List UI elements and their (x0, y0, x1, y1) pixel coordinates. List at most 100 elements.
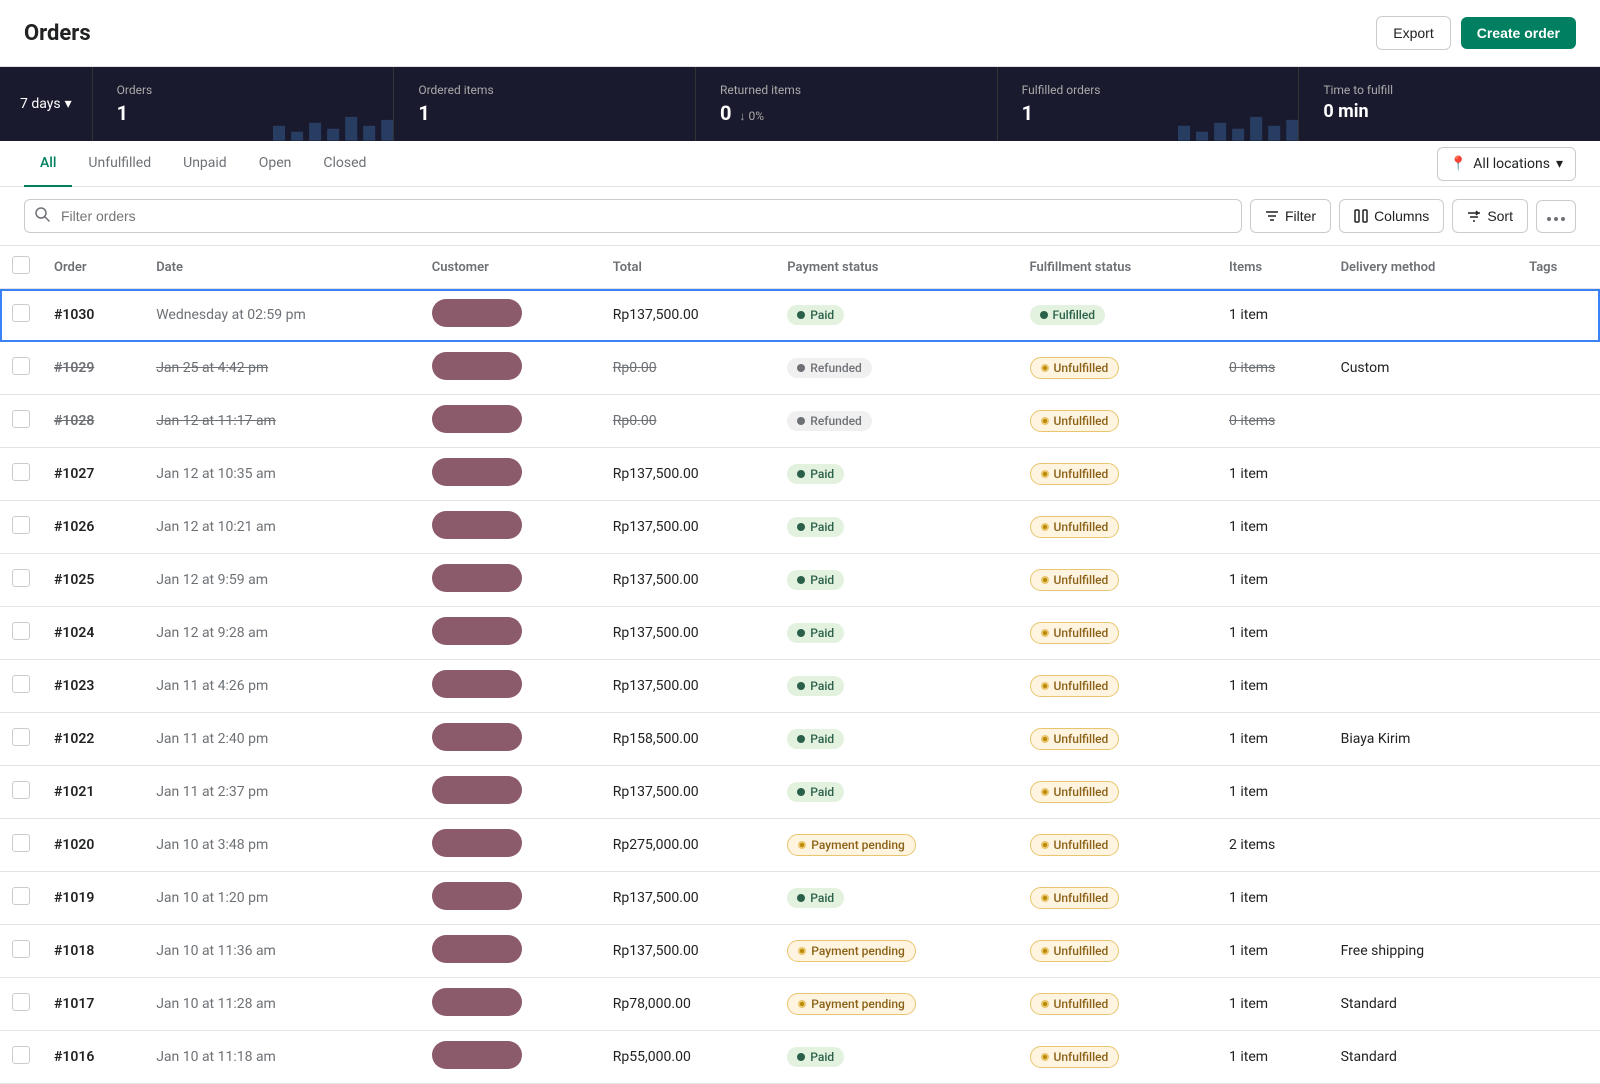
order-items: 1 item (1229, 572, 1268, 588)
order-number[interactable]: #1025 (54, 572, 94, 588)
customer-name[interactable] (432, 564, 522, 592)
stats-orders-label: Orders (117, 83, 370, 97)
customer-name[interactable] (432, 405, 522, 433)
order-total: Rp0.00 (613, 360, 657, 376)
customer-name[interactable] (432, 352, 522, 380)
fulfillment-status-badge: Unfulfilled (1030, 1046, 1120, 1068)
table-row[interactable]: #1019Jan 10 at 1:20 pmRp137,500.00PaidUn… (0, 872, 1600, 925)
select-all-checkbox[interactable] (12, 256, 30, 274)
order-number[interactable]: #1016 (54, 1049, 94, 1065)
table-row[interactable]: #1023Jan 11 at 4:26 pmRp137,500.00PaidUn… (0, 660, 1600, 713)
table-row[interactable]: #1017Jan 10 at 11:28 amRp78,000.00Paymen… (0, 978, 1600, 1031)
row-checkbox[interactable] (12, 357, 30, 375)
stats-fulfilled-orders-label: Fulfilled orders (1022, 83, 1275, 97)
sort-button[interactable]: Sort (1452, 199, 1528, 233)
create-order-button[interactable]: Create order (1461, 17, 1576, 49)
row-checkbox[interactable] (12, 834, 30, 852)
table-row[interactable]: #1029Jan 25 at 4:42 pmRp0.00RefundedUnfu… (0, 342, 1600, 395)
page-header: Orders Export Create order (0, 0, 1600, 67)
order-total: Rp0.00 (613, 413, 657, 429)
tab-closed[interactable]: Closed (307, 141, 382, 187)
order-number[interactable]: #1020 (54, 837, 94, 853)
table-row[interactable]: #1016Jan 10 at 11:18 amRp55,000.00PaidUn… (0, 1031, 1600, 1084)
table-row[interactable]: #1024Jan 12 at 9:28 amRp137,500.00PaidUn… (0, 607, 1600, 660)
row-checkbox[interactable] (12, 463, 30, 481)
order-total: Rp137,500.00 (613, 572, 699, 588)
more-options-button[interactable] (1536, 200, 1576, 233)
table-row[interactable]: #1020Jan 10 at 3:48 pmRp275,000.00Paymen… (0, 819, 1600, 872)
row-checkbox[interactable] (12, 304, 30, 322)
row-checkbox[interactable] (12, 781, 30, 799)
row-checkbox[interactable] (12, 993, 30, 1011)
order-number[interactable]: #1027 (54, 466, 94, 482)
order-items: 1 item (1229, 1049, 1268, 1065)
order-number[interactable]: #1030 (54, 307, 94, 323)
order-number[interactable]: #1024 (54, 625, 94, 641)
customer-name[interactable] (432, 617, 522, 645)
row-checkbox[interactable] (12, 569, 30, 587)
row-checkbox[interactable] (12, 887, 30, 905)
tab-open[interactable]: Open (243, 141, 308, 187)
stats-period[interactable]: 7 days ▾ (0, 67, 93, 141)
search-input[interactable] (24, 199, 1242, 233)
tab-unfulfilled[interactable]: Unfulfilled (72, 141, 167, 187)
customer-name[interactable] (432, 882, 522, 910)
table-row[interactable]: #1026Jan 12 at 10:21 amRp137,500.00PaidU… (0, 501, 1600, 554)
row-checkbox[interactable] (12, 622, 30, 640)
row-checkbox[interactable] (12, 675, 30, 693)
order-items: 1 item (1229, 519, 1268, 535)
tab-unpaid[interactable]: Unpaid (167, 141, 243, 187)
columns-button[interactable]: Columns (1339, 199, 1444, 233)
customer-name[interactable] (432, 776, 522, 804)
fulfillment-status-badge: Fulfilled (1030, 305, 1106, 325)
order-total: Rp275,000.00 (613, 837, 699, 853)
customer-name[interactable] (432, 511, 522, 539)
filter-button[interactable]: Filter (1250, 199, 1331, 233)
tab-all[interactable]: All (24, 141, 72, 187)
table-row[interactable]: #1030Wednesday at 02:59 pmRp137,500.00Pa… (0, 289, 1600, 342)
customer-name[interactable] (432, 299, 522, 327)
order-number[interactable]: #1026 (54, 519, 94, 535)
location-selector[interactable]: 📍 All locations ▾ (1437, 147, 1576, 181)
export-button[interactable]: Export (1376, 16, 1450, 50)
table-row[interactable]: #1022Jan 11 at 2:40 pmRp158,500.00PaidUn… (0, 713, 1600, 766)
chevron-down-icon: ▾ (65, 96, 72, 112)
customer-name[interactable] (432, 670, 522, 698)
customer-name[interactable] (432, 458, 522, 486)
order-number[interactable]: #1029 (54, 360, 94, 376)
order-number[interactable]: #1021 (54, 784, 94, 800)
payment-status-badge: Refunded (787, 411, 872, 431)
order-tags (1517, 501, 1600, 554)
fulfillment-status-badge: Unfulfilled (1030, 728, 1120, 750)
row-checkbox[interactable] (12, 516, 30, 534)
table-row[interactable]: #1018Jan 10 at 11:36 amRp137,500.00Payme… (0, 925, 1600, 978)
row-checkbox[interactable] (12, 728, 30, 746)
payment-status-badge: Paid (787, 729, 844, 749)
table-row[interactable]: #1028Jan 12 at 11:17 amRp0.00RefundedUnf… (0, 395, 1600, 448)
table-row[interactable]: #1025Jan 12 at 9:59 amRp137,500.00PaidUn… (0, 554, 1600, 607)
customer-name[interactable] (432, 988, 522, 1016)
order-total: Rp137,500.00 (613, 784, 699, 800)
payment-status-badge: Paid (787, 623, 844, 643)
table-row[interactable]: #1027Jan 12 at 10:35 amRp137,500.00PaidU… (0, 448, 1600, 501)
row-checkbox[interactable] (12, 1046, 30, 1064)
order-number[interactable]: #1017 (54, 996, 94, 1012)
customer-name[interactable] (432, 1041, 522, 1069)
order-number[interactable]: #1028 (54, 413, 94, 429)
payment-status-badge: Payment pending (787, 834, 916, 856)
order-number[interactable]: #1023 (54, 678, 94, 694)
row-checkbox[interactable] (12, 940, 30, 958)
customer-name[interactable] (432, 723, 522, 751)
toolbar: Filter Columns Sort (0, 187, 1600, 246)
order-number[interactable]: #1018 (54, 943, 94, 959)
col-tags: Tags (1517, 246, 1600, 289)
order-number[interactable]: #1019 (54, 890, 94, 906)
row-checkbox[interactable] (12, 410, 30, 428)
order-number[interactable]: #1022 (54, 731, 94, 747)
order-items: 1 item (1229, 784, 1268, 800)
customer-name[interactable] (432, 829, 522, 857)
order-date: Jan 12 at 10:21 am (156, 519, 276, 535)
table-row[interactable]: #1021Jan 11 at 2:37 pmRp137,500.00PaidUn… (0, 766, 1600, 819)
customer-name[interactable] (432, 935, 522, 963)
header-actions: Export Create order (1376, 16, 1576, 50)
